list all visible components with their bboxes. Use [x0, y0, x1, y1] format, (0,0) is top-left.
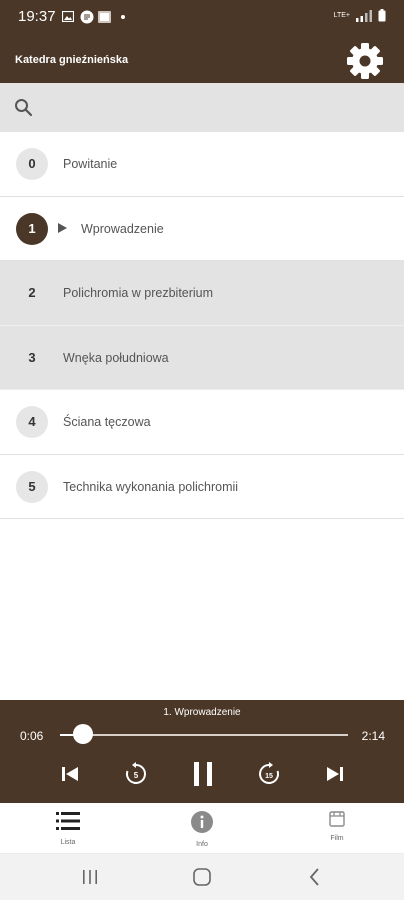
list-item[interactable]: 4 Ściana tęczowa — [0, 390, 404, 455]
nav-item-label: Film — [330, 835, 344, 842]
player-total-time: 2:14 — [361, 729, 385, 743]
nav-item-label: Lista — [60, 839, 76, 846]
player-current-time: 0:06 — [20, 729, 44, 743]
status-time: 19:37 — [18, 8, 56, 25]
recent-apps-icon[interactable] — [79, 866, 101, 888]
network-label: LTE+ — [333, 12, 350, 19]
list-item-number: 1 — [16, 212, 48, 245]
list-item-active[interactable]: 1 Wprowadzenie — [0, 196, 404, 261]
notification-dot-icon — [121, 15, 125, 19]
list-icon — [56, 812, 80, 830]
list-item-label: Ściana tęczowa — [63, 415, 151, 429]
nav-item-info[interactable]: Info — [162, 811, 242, 848]
search-input[interactable] — [46, 93, 386, 123]
list-item[interactable]: 2 Polichromia w prezbiterium — [0, 261, 404, 326]
list-item-label: Polichromia w prezbiterium — [63, 286, 214, 300]
list-item-number: 0 — [16, 148, 48, 180]
list-item[interactable]: 3 Wnęka południowa — [0, 325, 404, 390]
gallery-icon — [98, 11, 111, 23]
signal-icon — [356, 9, 372, 22]
chat-icon — [80, 10, 94, 24]
player-seek-handle[interactable] — [72, 724, 93, 744]
play-indicator-icon — [58, 222, 67, 233]
status-bar: 19:37 LTE+ — [0, 0, 404, 36]
list-item-number: 5 — [16, 470, 48, 503]
app-screen: 19:37 LTE+ Katedra gnieźnieńska 0 Powita… — [0, 0, 404, 900]
pause-icon[interactable] — [189, 759, 217, 789]
forward-15-icon[interactable]: 15 — [256, 761, 282, 787]
app-bar: Katedra gnieźnieńska — [0, 36, 404, 83]
rewind-5-icon[interactable]: 5 — [123, 761, 149, 787]
list-item-label: Powitanie — [63, 157, 118, 171]
list-item[interactable]: 5 Technika wykonania polichromii — [0, 454, 404, 519]
search-bar — [0, 83, 404, 132]
list-item-number: 3 — [28, 349, 36, 365]
player-progress-bar[interactable] — [60, 734, 348, 736]
nav-item-label: Info — [196, 841, 208, 848]
gear-icon[interactable] — [344, 40, 386, 82]
battery-icon — [378, 9, 386, 22]
list-item-label: Wnęka południowa — [63, 350, 169, 365]
player-progress-fill — [60, 734, 73, 736]
nav-item-film[interactable]: Film — [297, 811, 377, 842]
bottom-navigation: Lista Info Film — [0, 803, 404, 854]
status-right-group: LTE+ — [334, 9, 386, 22]
film-icon — [329, 811, 345, 827]
chapter-list: 0 Powitanie 1 Wprowadzenie 2 Polichromia… — [0, 132, 404, 519]
nav-item-lista[interactable]: Lista — [28, 811, 108, 846]
audio-player: 1. Wprowadzenie 0:06 2:14 5 15 — [0, 700, 404, 803]
list-item-number: 2 — [28, 285, 36, 300]
list-item-number: 4 — [16, 406, 48, 438]
home-icon[interactable] — [191, 866, 213, 888]
search-icon[interactable] — [14, 98, 33, 117]
skip-previous-icon[interactable] — [57, 761, 83, 787]
page-title: Katedra gnieźnieńska — [15, 54, 129, 66]
skip-next-icon[interactable] — [322, 761, 348, 787]
info-icon — [191, 811, 213, 833]
player-track-title: 1. Wprowadzenie — [163, 707, 241, 718]
list-item-label: Wprowadzenie — [81, 221, 164, 236]
list-item-label: Technika wykonania polichromii — [63, 479, 239, 494]
list-item[interactable]: 0 Powitanie — [0, 132, 404, 197]
back-icon[interactable] — [304, 866, 326, 888]
forward-seconds-label: 15 — [265, 773, 273, 780]
system-navigation-bar — [0, 854, 404, 900]
image-icon — [62, 11, 74, 22]
rewind-seconds-label: 5 — [134, 771, 139, 780]
